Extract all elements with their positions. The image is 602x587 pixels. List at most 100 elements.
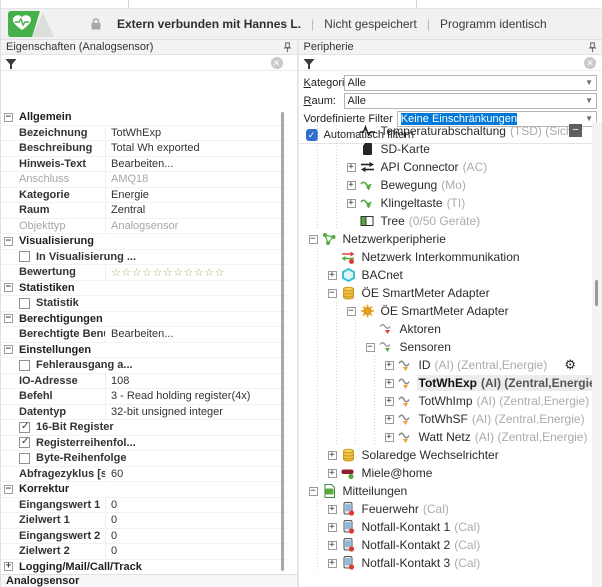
expand-icon[interactable]: + [327, 540, 337, 550]
checkbox[interactable] [19, 359, 30, 371]
tree-row[interactable]: + TotWhImp (AI) (Zentral,Energie) [308, 392, 602, 410]
property-value[interactable]: 3 - Read holding register(4x) [105, 389, 287, 404]
tree-row[interactable]: Aktoren [308, 320, 602, 338]
tree-item-text[interactable]: Feuerwehr (Cal) [360, 501, 451, 517]
property-row[interactable]: Eingangswert 2 0 [1, 528, 287, 544]
property-row[interactable]: Kategorie Energie [1, 187, 287, 203]
combo-select[interactable]: Alle ▼ [343, 92, 598, 109]
property-value[interactable]: 0 [105, 544, 287, 559]
tree-row[interactable]: Netzwerk Interkommunikation [308, 248, 602, 266]
expand-icon[interactable]: + [327, 450, 337, 460]
tree-item-text[interactable]: Aktoren [398, 321, 443, 337]
property-row[interactable]: Bezeichnung TotWhExp [1, 125, 287, 141]
checkbox-checked[interactable] [19, 436, 30, 449]
tree-row[interactable]: + Notfall-Kontakt 3 (Cal) [308, 554, 602, 572]
tree-item-text[interactable]: Sensoren [398, 339, 453, 355]
tree-item-text[interactable]: Klingeltaste (TI) [379, 195, 468, 211]
expand-icon[interactable]: + [327, 522, 337, 532]
tree-item-text[interactable]: Watt Netz (AI) (Zentral,Energie) [417, 429, 590, 445]
tree-item-text[interactable]: Netzwerkperipherie [341, 231, 448, 247]
section-header[interactable]: − Visualisierung [1, 234, 287, 250]
collapse-icon[interactable]: − [308, 486, 318, 496]
expand-icon[interactable]: + [327, 468, 337, 478]
expand-icon[interactable]: + [346, 162, 356, 172]
tree-item-text[interactable]: ÖE SmartMeter Adapter [379, 303, 511, 319]
tree-row[interactable]: + Miele@home [308, 464, 602, 482]
pin-icon[interactable] [587, 41, 598, 53]
expand-icon[interactable]: + [346, 198, 356, 208]
section-header[interactable]: − Korrektur [1, 482, 287, 498]
tree-row[interactable]: Tree (0/50 Geräte) [308, 212, 602, 230]
section-header[interactable]: + Logging/Mail/Call/Track [1, 560, 287, 575]
property-value[interactable]: 60 [105, 466, 287, 481]
tree-row[interactable]: + Notfall-Kontakt 1 (Cal) [308, 518, 602, 536]
property-value[interactable]: TotWhExp [105, 125, 287, 140]
clear-filter-icon[interactable]: ✕ [584, 57, 597, 69]
tree-row[interactable]: + Watt Netz (AI) (Zentral,Energie) [308, 428, 602, 446]
property-row[interactable]: Bewertung ☆☆☆☆☆☆☆☆☆☆☆ [1, 265, 287, 281]
collapse-icon[interactable]: − [4, 283, 13, 293]
tree-row[interactable]: − Mitteilungen [308, 482, 602, 500]
property-value[interactable]: 0 [105, 497, 287, 512]
expand-icon[interactable]: + [384, 378, 394, 388]
property-value[interactable]: Total Wh exported [105, 141, 287, 156]
tree-item-text[interactable]: Bewegung (Mo) [379, 177, 468, 193]
property-row[interactable]: Raum Zentral [1, 203, 287, 219]
tree-item-text[interactable]: Netzwerk Interkommunikation [360, 249, 522, 265]
tree-row[interactable]: + BACnet [308, 266, 602, 284]
collapse-icon[interactable]: − [4, 112, 13, 122]
tree-item-text[interactable]: SD-Karte [379, 141, 432, 157]
expand-icon[interactable]: + [384, 414, 394, 424]
property-row[interactable]: Anschluss AMQ18 [1, 172, 287, 188]
collapse-icon[interactable]: − [327, 288, 337, 298]
property-row[interactable]: Abfragezyklus [s] 60 [1, 466, 287, 482]
tree-row[interactable]: − Netzwerkperipherie [308, 230, 602, 248]
filter-icon[interactable] [5, 57, 17, 69]
collapse-icon[interactable]: − [4, 345, 13, 355]
collapse-icon[interactable]: − [4, 314, 13, 324]
checkbox-checked[interactable] [19, 421, 30, 433]
tree-row[interactable]: + Notfall-Kontakt 2 (Cal) [308, 536, 602, 554]
property-row[interactable]: 16-Bit Register [1, 420, 287, 436]
checkbox[interactable] [19, 297, 30, 309]
property-row[interactable]: Fehlerausgang a... [1, 358, 287, 374]
collapse-icon[interactable]: − [4, 236, 13, 246]
property-row[interactable]: Datentyp 32-bit unsigned integer [1, 404, 287, 420]
property-row[interactable]: Beschreibung Total Wh exported [1, 141, 287, 157]
periphery-panel-header[interactable]: Peripherie [298, 40, 602, 55]
collapse-icon[interactable]: − [308, 234, 318, 244]
tree-row[interactable]: SD-Karte [308, 140, 602, 158]
property-row[interactable]: Berechtigte Benutzer...Bearbeiten... [1, 327, 287, 343]
property-value[interactable]: Zentral [105, 203, 287, 218]
rating-stars[interactable]: ☆☆☆☆☆☆☆☆☆☆☆ [111, 266, 225, 279]
health-heart-logo-icon[interactable] [7, 10, 57, 38]
property-row[interactable]: Hinweis-Text Bearbeiten... [1, 156, 287, 172]
tree-row[interactable]: + TotWhExp (AI) (Zentral,Energie [308, 374, 602, 392]
expand-icon[interactable]: + [327, 270, 337, 280]
tree-item-text[interactable]: Solaredge Wechselrichter [360, 447, 501, 463]
tree-item-text[interactable]: Notfall-Kontakt 2 (Cal) [360, 537, 483, 553]
tree-item-text[interactable]: BACnet [360, 267, 405, 283]
tree-item-text[interactable]: Notfall-Kontakt 3 (Cal) [360, 555, 483, 571]
expand-icon[interactable]: + [384, 360, 394, 370]
expand-icon[interactable]: + [327, 504, 337, 514]
tree-row[interactable]: + API Connector (AC) [308, 158, 602, 176]
tree-item-text[interactable]: API Connector (AC) [379, 159, 490, 175]
property-value[interactable]: 108 [105, 373, 287, 388]
tree-row[interactable]: − Sensoren [308, 338, 602, 356]
expand-icon[interactable]: + [327, 558, 337, 568]
tree-row[interactable]: + Bewegung (Mo) [308, 176, 602, 194]
tree-row[interactable]: + Feuerwehr (Cal) [308, 500, 602, 518]
property-row[interactable]: Zielwert 1 0 [1, 513, 287, 529]
property-value[interactable]: ☆☆☆☆☆☆☆☆☆☆☆ [105, 265, 287, 280]
tree-row[interactable]: − ÖE SmartMeter Adapter [308, 284, 602, 302]
property-value[interactable]: 0 [105, 528, 287, 543]
section-header[interactable]: − Allgemein [1, 110, 287, 126]
tree-row[interactable]: − ÖE SmartMeter Adapter [308, 302, 602, 320]
tree-item-text[interactable]: Tree (0/50 Geräte) [379, 213, 483, 229]
section-header[interactable]: − Statistiken [1, 281, 287, 296]
tree-item-text[interactable]: TotWhSF (AI) (Zentral,Energie) [417, 411, 587, 427]
collapse-all-icon[interactable]: − [569, 124, 583, 137]
property-row[interactable]: Byte-Reihenfolge [1, 451, 287, 467]
checkbox[interactable] [19, 251, 30, 263]
